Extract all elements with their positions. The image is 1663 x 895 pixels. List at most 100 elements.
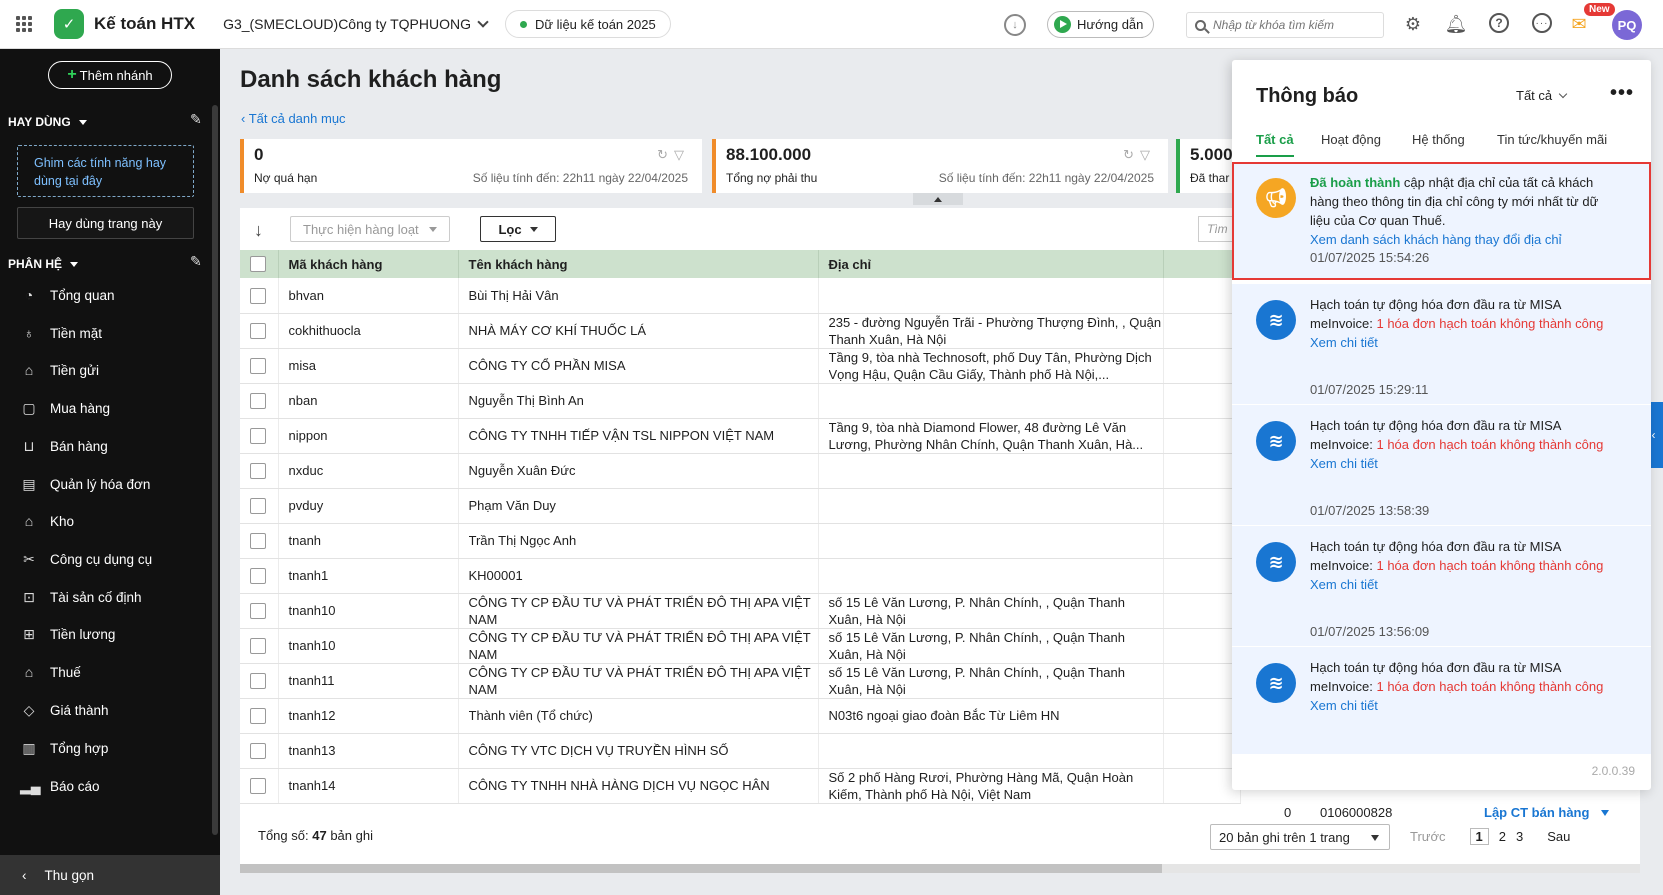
add-branch-button[interactable]: + Thêm nhánh xyxy=(48,61,172,89)
next-page-button[interactable]: Sau xyxy=(1547,829,1570,844)
row-checkbox[interactable] xyxy=(250,533,266,550)
sidebar-item-warehouse[interactable]: ⌂ Kho xyxy=(0,502,212,540)
row-checkbox[interactable] xyxy=(250,743,266,760)
row-checkbox[interactable] xyxy=(250,708,266,725)
view-changed-customers-link[interactable]: Xem danh sách khách hàng thay đổi địa ch… xyxy=(1310,230,1616,249)
column-header-name[interactable]: Tên khách hàng xyxy=(458,250,819,278)
row-checkbox[interactable] xyxy=(250,498,266,515)
sidebar-item-tax[interactable]: ⌂ Thuế xyxy=(0,653,212,691)
notification-item-address-update[interactable]: 📢︎ Đã hoàn thành cập nhật địa chỉ của tấ… xyxy=(1232,162,1651,280)
row-checkbox[interactable] xyxy=(250,463,266,480)
table-row[interactable]: tnanh13 CÔNG TY VTC DỊCH VỤ TRUYỀN HÌNH S… xyxy=(240,733,1241,769)
tab-news-promotions[interactable]: Tin tức/khuyến mãi xyxy=(1497,132,1607,147)
bell-icon[interactable]: 🔔︎ xyxy=(1445,13,1468,35)
select-all-checkbox[interactable] xyxy=(250,256,266,273)
sidebar-item-salary[interactable]: ⊞ Tiền lương xyxy=(0,615,212,653)
prev-page-button[interactable]: Trước xyxy=(1410,829,1446,844)
table-row[interactable]: misa CÔNG TY CỔ PHẦN MISA Tầng 9, tòa nhà … xyxy=(240,348,1241,384)
sidebar-item-deposits[interactable]: ⌂ Tiền gửi xyxy=(0,351,212,389)
page-2-button[interactable]: 2 xyxy=(1499,829,1506,844)
avatar[interactable]: PQ xyxy=(1612,10,1642,40)
sidebar-item-sales[interactable]: ⊔ Bán hàng xyxy=(0,427,212,465)
table-row[interactable]: cokhithuocla NHÀ MÁY CƠ KHÍ THUỐC LÁ 235 -… xyxy=(240,313,1241,349)
table-row[interactable]: tnanh10 CÔNG TY CP ĐẦU TƯ VÀ PHÁT TRIỂN Đ… xyxy=(240,628,1241,664)
row-checkbox[interactable] xyxy=(250,638,266,655)
view-details-link[interactable]: Xem chi tiết xyxy=(1310,333,1616,352)
row-checkbox[interactable] xyxy=(250,673,266,690)
row-checkbox[interactable] xyxy=(250,358,266,375)
pin-page-button[interactable]: Hay dùng trang này xyxy=(17,207,194,239)
row-checkbox[interactable] xyxy=(250,603,266,620)
back-to-catalogs-link[interactable]: ‹ Tất cả danh mục xyxy=(241,111,346,126)
chat-icon[interactable]: ··· xyxy=(1532,13,1552,33)
sidebar-item-reports[interactable]: ▂▄ Báo cáo xyxy=(0,767,212,805)
view-details-link[interactable]: Xem chi tiết xyxy=(1310,575,1616,594)
sidebar-item-purchasing[interactable]: ▢ Mua hàng xyxy=(0,389,212,427)
global-search-input[interactable] xyxy=(1213,18,1373,32)
view-details-link[interactable]: Xem chi tiết xyxy=(1310,454,1616,473)
row-checkbox[interactable] xyxy=(250,393,266,410)
data-year-selector[interactable]: Dữ liệu kế toán 2025 xyxy=(504,10,671,38)
notification-item-invoice-2[interactable]: ≋ Hạch toán tự động hóa đơn đầu ra từ MI… xyxy=(1232,405,1651,525)
collapse-sidebar-button[interactable]: ‹ Thu gọn xyxy=(0,855,220,895)
table-row[interactable]: tnanh12 Thành viên (Tổ chức) N03t6 ngoại g… xyxy=(240,698,1241,734)
sidebar-item-overview[interactable]: ◔ Tổng quan xyxy=(0,276,212,314)
modules-section-toggle[interactable]: PHÂN HỆ xyxy=(8,257,79,271)
guide-button[interactable]: Hướng dẫn xyxy=(1047,11,1155,38)
sidebar-item-cash[interactable]: ♁ Tiền mặt xyxy=(0,314,212,352)
horizontal-scrollbar[interactable] xyxy=(240,864,1640,873)
gear-icon[interactable]: ⚙ xyxy=(1402,13,1424,35)
sidebar-scrollbar[interactable] xyxy=(212,105,218,835)
filter-button[interactable]: Lọc xyxy=(480,216,556,242)
sort-icon[interactable]: ↓ xyxy=(254,220,263,241)
edit-modules-pencil-icon[interactable]: ✎ xyxy=(190,253,204,269)
page-size-select[interactable]: 20 bản ghi trên 1 trang xyxy=(1210,824,1390,850)
tab-all[interactable]: Tất cả xyxy=(1256,132,1294,147)
refresh-filter-icons[interactable]: ↻▽ xyxy=(657,147,690,163)
row-checkbox[interactable] xyxy=(250,568,266,585)
table-row[interactable]: tnanh10 CÔNG TY CP ĐẦU TƯ VÀ PHÁT TRIỂN Đ… xyxy=(240,593,1241,629)
notification-item-invoice-1[interactable]: ≋ Hạch toán tự động hóa đơn đầu ra từ MI… xyxy=(1232,284,1651,404)
sidebar-item-tools[interactable]: ✂ Công cụ dụng cụ xyxy=(0,540,212,578)
column-header-address[interactable]: Địa chỉ xyxy=(818,250,1164,278)
refresh-filter-icons[interactable]: ↻▽ xyxy=(1123,147,1156,163)
edit-favorites-pencil-icon[interactable]: ✎ xyxy=(190,111,204,127)
table-row[interactable]: tnanh14 CÔNG TY TNHH NHÀ HÀNG DỊCH VỤ NGỌ… xyxy=(240,768,1241,804)
favorites-section-toggle[interactable]: HAY DÙNG xyxy=(8,115,87,129)
sidebar-item-invoices[interactable]: ▤ Quản lý hóa đơn xyxy=(0,465,212,503)
view-details-link[interactable]: Xem chi tiết xyxy=(1310,696,1616,715)
page-3-button[interactable]: 3 xyxy=(1516,829,1523,844)
more-options-icon[interactable]: ••• xyxy=(1610,82,1634,105)
table-row[interactable]: tnanh11 CÔNG TY CP ĐẦU TƯ VÀ PHÁT TRIỂN Đ… xyxy=(240,663,1241,699)
global-search[interactable] xyxy=(1186,12,1384,38)
table-row[interactable]: pvduy Phạm Văn Duy xyxy=(240,488,1241,524)
app-grid-icon[interactable] xyxy=(16,16,32,32)
company-selector[interactable]: G3_(SMECLOUD)Công ty TQPHUONG xyxy=(223,16,489,32)
table-row[interactable]: bhvan Bùi Thị Hải Vân xyxy=(240,278,1241,314)
help-icon[interactable]: ? xyxy=(1489,13,1509,33)
notification-item-invoice-3[interactable]: ≋ Hạch toán tự động hóa đơn đầu ra từ MI… xyxy=(1232,526,1651,646)
download-icon[interactable]: ↓ xyxy=(1004,14,1026,36)
table-row[interactable]: nippon CÔNG TY TNHH TIẾP VẬN TSL NIPPON V… xyxy=(240,418,1241,454)
tab-system[interactable]: Hệ thống xyxy=(1412,132,1465,147)
notification-filter-dropdown[interactable]: Tất cả xyxy=(1516,88,1568,103)
tab-activity[interactable]: Hoạt động xyxy=(1321,132,1381,147)
row-checkbox[interactable] xyxy=(250,323,266,340)
scrollbar-thumb[interactable] xyxy=(240,864,1162,873)
gift-icon[interactable]: ✉ xyxy=(1568,13,1590,35)
table-row[interactable]: nban Nguyễn Thị Bình An xyxy=(240,383,1241,419)
table-row[interactable]: tnanh Trần Thị Ngọc Anh xyxy=(240,523,1241,559)
notification-item-invoice-4[interactable]: ≋ Hạch toán tự động hóa đơn đầu ra từ MI… xyxy=(1232,647,1651,754)
create-sales-voucher-button[interactable]: Lập CT bán hàng xyxy=(1484,805,1610,820)
sidebar-item-cost[interactable]: ◇ Giá thành xyxy=(0,691,212,729)
sidebar-item-summary[interactable]: ▥ Tổng hợp xyxy=(0,729,212,767)
page-1-button[interactable]: 1 xyxy=(1469,828,1489,845)
table-row[interactable]: nxduc Nguyễn Xuân Đức xyxy=(240,453,1241,489)
bulk-action-dropdown[interactable]: Thực hiện hàng loạt xyxy=(290,216,450,242)
row-checkbox[interactable] xyxy=(250,778,266,795)
row-checkbox[interactable] xyxy=(250,288,266,305)
table-row[interactable]: tnanh1 KH00001 xyxy=(240,558,1241,594)
sidebar-item-fixed-assets[interactable]: ⊡ Tài sản cố định xyxy=(0,578,212,616)
column-header-code[interactable]: Mã khách hàng xyxy=(278,250,459,278)
collapse-cards-toggle[interactable] xyxy=(913,193,963,205)
